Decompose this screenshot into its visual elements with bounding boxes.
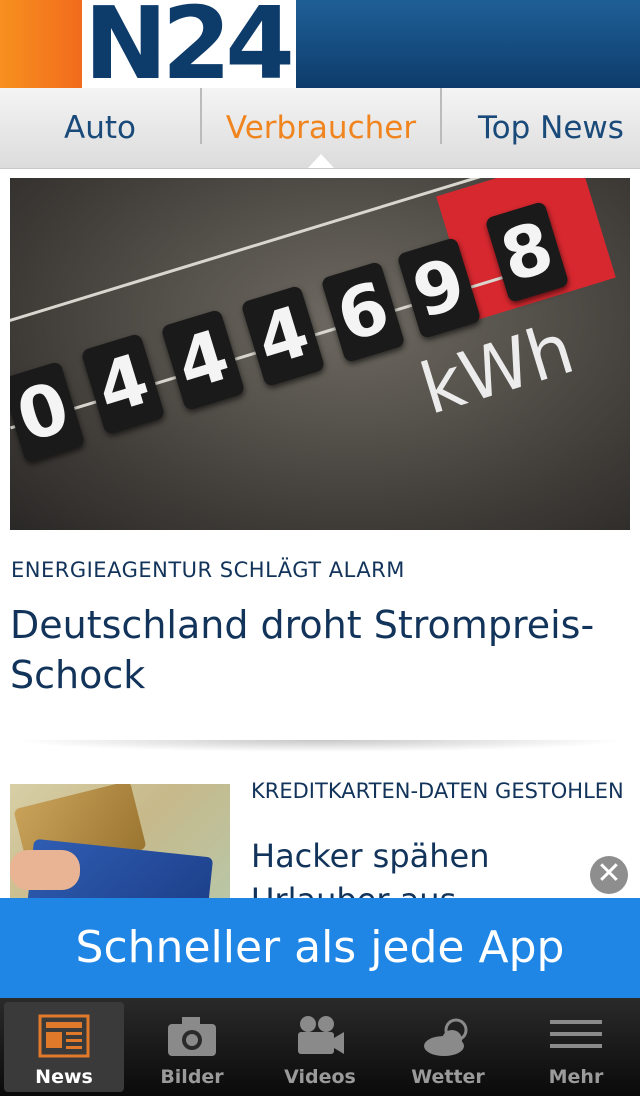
app-header: N24 [0,0,640,88]
tabbar-item-videos[interactable]: Videos [260,1002,380,1092]
hero-image[interactable]: 0 4 4 4 6 9 8 kWh [10,178,630,530]
active-tab-pointer [308,154,334,168]
video-camera-icon [298,1016,344,1054]
tab-divider [440,88,442,144]
article-kicker[interactable]: KREDITKARTEN-DATEN GESTOHLEN [251,779,624,803]
menu-icon [550,1020,602,1048]
tabbar-item-bilder[interactable]: Bilder [132,1002,252,1092]
weather-icon [424,1018,468,1056]
tabbar-label: Wetter [411,1066,485,1088]
hand-image [10,850,80,890]
section-divider [10,740,630,752]
tabbar-item-wetter[interactable]: Wetter [388,1002,508,1092]
tabbar-item-news[interactable]: News [4,1002,124,1092]
tabbar-label: Mehr [548,1066,604,1088]
bottom-tab-bar: News Bilder Videos Wetter Mehr [0,998,640,1096]
article-headline[interactable]: Deutschland droht Strompreis-Schock [10,600,620,700]
logo-orange-block [0,0,82,88]
article-thumbnail[interactable] [10,784,230,898]
newspaper-icon [38,1014,90,1058]
camera-icon [168,1017,216,1056]
logo[interactable]: N24 [82,0,296,88]
tabbar-item-mehr[interactable]: Mehr [516,1002,636,1092]
tab-top-news[interactable]: Top News [478,88,640,168]
promo-banner[interactable]: Schneller als jede App [0,898,640,998]
article-kicker[interactable]: ENERGIEAGENTUR SCHLÄGT ALARM [11,558,405,582]
tabbar-label: Videos [284,1066,356,1088]
logo-text: N24 [84,0,295,88]
tabbar-label: News [35,1066,93,1088]
close-icon[interactable]: ✕ [590,856,628,894]
tab-auto[interactable]: Auto [0,88,200,168]
tabbar-label: Bilder [160,1066,224,1088]
